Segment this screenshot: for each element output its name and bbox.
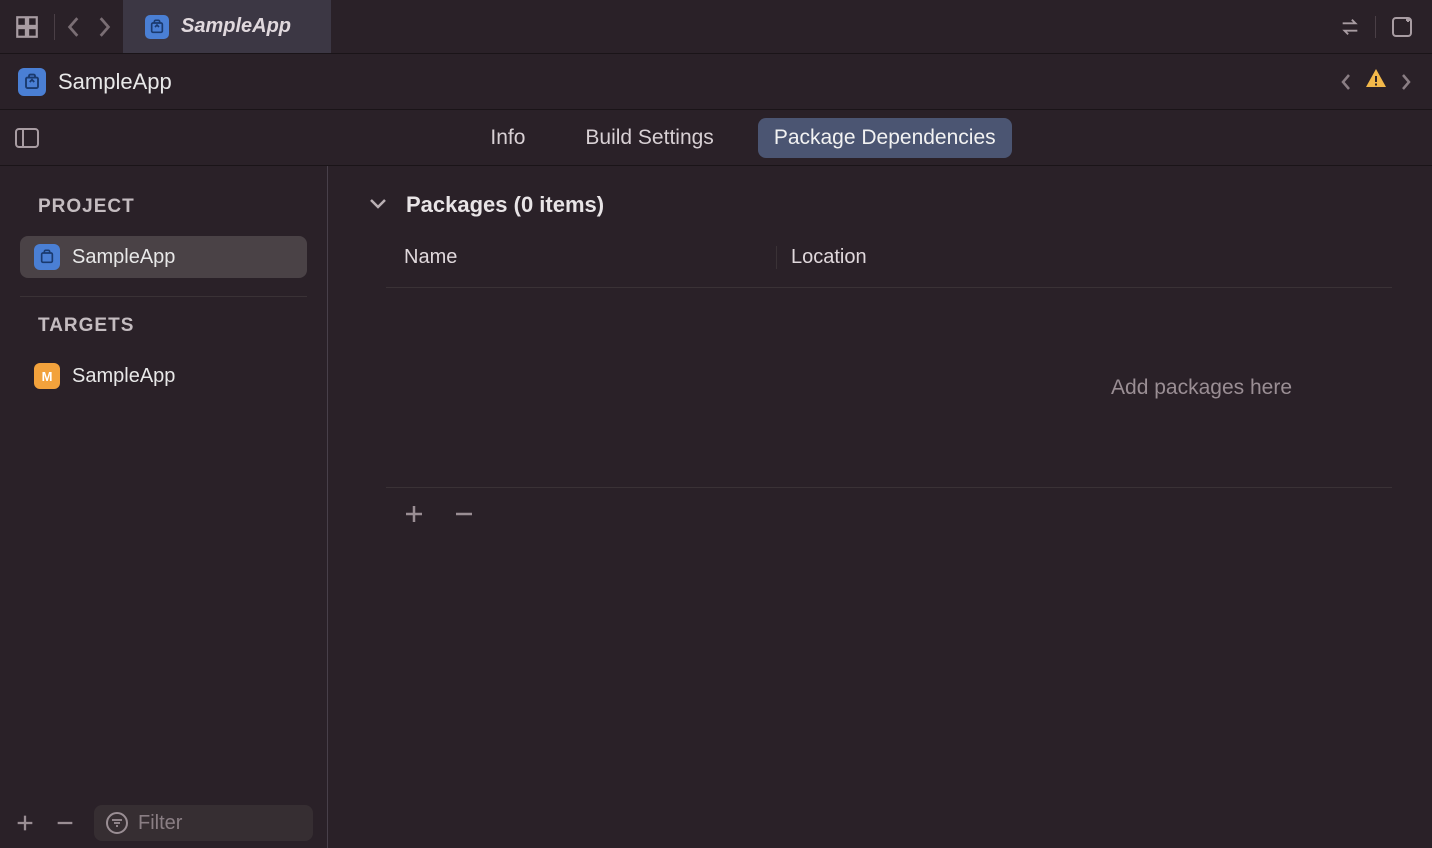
packages-title: Packages (0 items) — [406, 192, 604, 218]
main-area: PROJECT SampleApp TARGETS M SampleApp — [0, 166, 1432, 848]
target-icon: M — [34, 363, 60, 389]
target-item[interactable]: M SampleApp — [20, 355, 307, 397]
tab-package-dependencies[interactable]: Package Dependencies — [758, 118, 1012, 158]
remove-package-button[interactable] — [452, 502, 476, 526]
sidebar-content: PROJECT SampleApp TARGETS M SampleApp — [0, 166, 327, 798]
divider — [1375, 16, 1376, 38]
nav-back-button[interactable] — [65, 16, 83, 38]
project-section-header: PROJECT — [20, 196, 307, 218]
filter-input[interactable] — [138, 812, 301, 835]
breadcrumb-bar: SampleApp — [0, 54, 1432, 110]
add-package-button[interactable] — [402, 502, 426, 526]
chevron-down-icon — [368, 196, 388, 215]
project-item[interactable]: SampleApp — [20, 236, 307, 278]
add-target-button[interactable] — [14, 812, 36, 834]
project-item-label: SampleApp — [72, 246, 175, 269]
window-layout-button[interactable] — [0, 0, 54, 53]
nav-forward-button[interactable] — [95, 16, 113, 38]
tab-title: SampleApp — [181, 15, 291, 38]
target-item-label: SampleApp — [72, 365, 175, 388]
filter-box[interactable] — [94, 805, 313, 841]
sidebar-footer — [0, 798, 327, 848]
top-toolbar: SampleApp — [0, 0, 1432, 54]
warning-icon[interactable] — [1364, 67, 1388, 96]
tab-info[interactable]: Info — [474, 118, 541, 158]
nav-arrows — [55, 16, 123, 38]
targets-section-header: TARGETS — [20, 315, 307, 337]
toolbar-right — [1339, 15, 1432, 39]
toolbar-left: SampleApp — [0, 0, 331, 53]
swap-icon[interactable] — [1339, 16, 1361, 38]
tab-build-settings[interactable]: Build Settings — [569, 118, 729, 158]
content: Packages (0 items) Name Location Add pac… — [328, 166, 1432, 848]
editor-tabs: Info Build Settings Package Dependencies — [54, 118, 1432, 158]
editor-tabs-bar: Info Build Settings Package Dependencies — [0, 110, 1432, 166]
table-actions — [386, 488, 1392, 540]
issue-back-button[interactable] — [1338, 72, 1354, 92]
packages-table: Name Location Add packages here — [386, 246, 1392, 540]
packages-header[interactable]: Packages (0 items) — [368, 192, 1392, 218]
empty-state: Add packages here — [386, 288, 1392, 488]
project-icon — [34, 244, 60, 270]
table-header: Name Location — [386, 246, 1392, 288]
column-location[interactable]: Location — [776, 246, 1392, 269]
target-icon-letter: M — [42, 369, 53, 384]
sidebar-toggle-button[interactable] — [0, 127, 54, 149]
sidebar: PROJECT SampleApp TARGETS M SampleApp — [0, 166, 328, 848]
project-icon — [18, 68, 46, 96]
project-icon — [145, 15, 169, 39]
remove-target-button[interactable] — [54, 812, 76, 834]
column-name[interactable]: Name — [386, 246, 776, 269]
filter-icon — [106, 812, 128, 834]
issue-forward-button[interactable] — [1398, 72, 1414, 92]
divider — [20, 296, 307, 297]
add-editor-button[interactable] — [1390, 15, 1414, 39]
breadcrumb-title: SampleApp — [58, 69, 172, 95]
breadcrumb-right — [1338, 67, 1414, 96]
editor-tab[interactable]: SampleApp — [123, 0, 331, 53]
